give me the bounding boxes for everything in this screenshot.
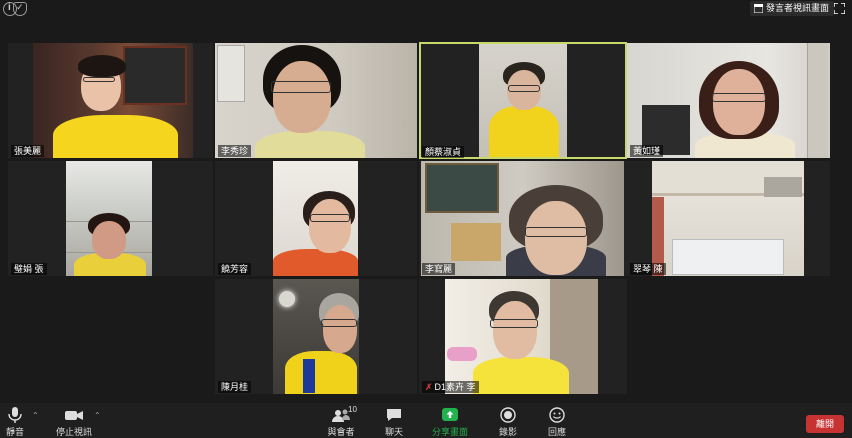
video-tile[interactable]: 黃如瑾 xyxy=(627,43,830,158)
participants-label: 與會者 xyxy=(327,427,355,437)
participant-name: 黃如瑾 xyxy=(630,145,664,157)
video-tile[interactable]: 饒芳容 xyxy=(215,161,417,276)
participant-video xyxy=(33,43,193,158)
speaker-view-label: 發言者視訊畫面 xyxy=(766,3,830,13)
chat-icon xyxy=(387,409,401,421)
video-tile[interactable]: 璧娟 張 xyxy=(8,161,213,276)
participant-name: 張美麗 xyxy=(11,145,45,157)
participant-name: 饒芳容 xyxy=(218,263,252,275)
video-tile[interactable]: 顏蔡淑貞 xyxy=(419,42,627,159)
participant-video xyxy=(627,43,830,158)
participant-name: 璧娟 張 xyxy=(11,263,47,275)
video-tile[interactable]: ✗ D1素卉 李 xyxy=(419,279,627,394)
participant-video xyxy=(445,279,598,394)
audio-options-caret[interactable]: ⌃ xyxy=(32,411,39,420)
reactions-button[interactable]: 回應 xyxy=(543,407,571,438)
stop-video-label: 停止視訊 xyxy=(55,427,92,437)
record-button[interactable]: 錄影 xyxy=(494,407,522,438)
participant-name: 翠琴 陳 xyxy=(630,263,666,275)
participant-video xyxy=(652,161,804,276)
speaker-view-icon xyxy=(754,4,763,13)
participant-name: 陳月桂 xyxy=(218,381,252,393)
participant-name: ✗ D1素卉 李 xyxy=(422,381,479,393)
share-screen-label: 分享畫面 xyxy=(431,427,468,437)
top-bar: 發言者視訊畫面 xyxy=(0,0,852,20)
leave-meeting-button[interactable]: 離開 xyxy=(806,415,844,433)
video-camera-icon xyxy=(65,411,83,420)
participant-video xyxy=(66,161,152,276)
participant-name: 李秀珍 xyxy=(218,145,252,157)
video-tile[interactable]: 翠琴 陳 xyxy=(627,161,830,276)
share-screen-button[interactable]: 分享畫面 xyxy=(428,407,472,438)
participant-name: 顏蔡淑貞 xyxy=(422,146,465,158)
record-label: 錄影 xyxy=(498,427,517,437)
chat-label: 聊天 xyxy=(384,427,403,437)
chat-button[interactable]: 聊天 xyxy=(380,407,408,438)
mute-button[interactable]: 靜音 xyxy=(2,407,28,438)
video-tile[interactable]: 李寫麗 xyxy=(419,161,627,276)
fullscreen-icon[interactable] xyxy=(834,3,845,14)
participant-video xyxy=(421,161,624,276)
participant-video xyxy=(479,44,567,157)
participant-video xyxy=(273,161,358,276)
video-tile[interactable]: 李秀珍 xyxy=(215,43,417,158)
record-icon xyxy=(500,407,516,423)
speaker-view-button[interactable]: 發言者視訊畫面 xyxy=(750,1,835,16)
video-tile[interactable]: 陳月桂 xyxy=(215,279,417,394)
participants-count: 10 xyxy=(348,405,357,414)
share-screen-icon xyxy=(442,408,458,421)
participant-name: 李寫麗 xyxy=(422,263,456,275)
video-tile[interactable]: 張美麗 xyxy=(8,43,213,158)
video-options-caret[interactable]: ⌃ xyxy=(94,411,101,420)
participant-video xyxy=(273,279,359,394)
meeting-toolbar: 靜音 ⌃ 停止視訊 ⌃ 與會者 10 聊天 分享畫面 錄影 回應 xyxy=(0,403,852,438)
reactions-label: 回應 xyxy=(547,427,566,437)
mute-label: 靜音 xyxy=(5,427,24,437)
shield-icon[interactable] xyxy=(13,2,27,16)
microphone-icon xyxy=(8,407,22,423)
reactions-icon xyxy=(549,407,565,423)
muted-mic-icon: ✗ xyxy=(425,382,433,392)
participant-video xyxy=(215,43,417,158)
stop-video-button[interactable]: 停止視訊 xyxy=(55,407,93,438)
